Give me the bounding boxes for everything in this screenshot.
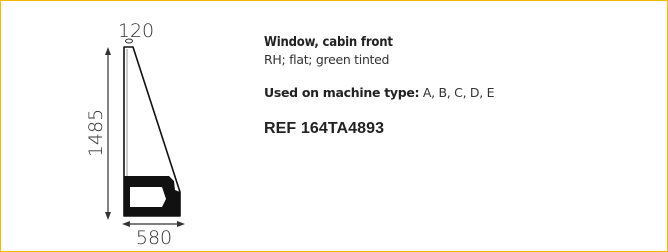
window-dimension-drawing: 120 1485 580: [86, 20, 185, 247]
width-arrow-left: [122, 221, 130, 227]
dim-width-label: 580: [136, 227, 172, 247]
dim-height-label: 1485: [86, 109, 107, 157]
width-arrow-right: [177, 221, 185, 227]
product-card: 120 1485 580 Window, cabin front RH; fla…: [0, 0, 668, 252]
machine-types: Used on machine type: A, B, C, D, E: [264, 84, 654, 101]
machine-label: Used on machine type:: [264, 85, 420, 100]
product-reference: REF 164TA4893: [264, 120, 385, 137]
product-subtitle: RH; flat; green tinted: [264, 52, 390, 67]
dim-top-label: 120: [118, 20, 154, 42]
product-title: Window, cabin front: [264, 35, 393, 50]
height-arrow-bottom: [105, 212, 111, 220]
machine-values: A, B, C, D, E: [419, 85, 495, 100]
product-info: Window, cabin front RH; flat; green tint…: [264, 34, 654, 139]
height-arrow-top: [105, 47, 111, 55]
window-drawing: 120 1485 580: [86, 11, 216, 247]
